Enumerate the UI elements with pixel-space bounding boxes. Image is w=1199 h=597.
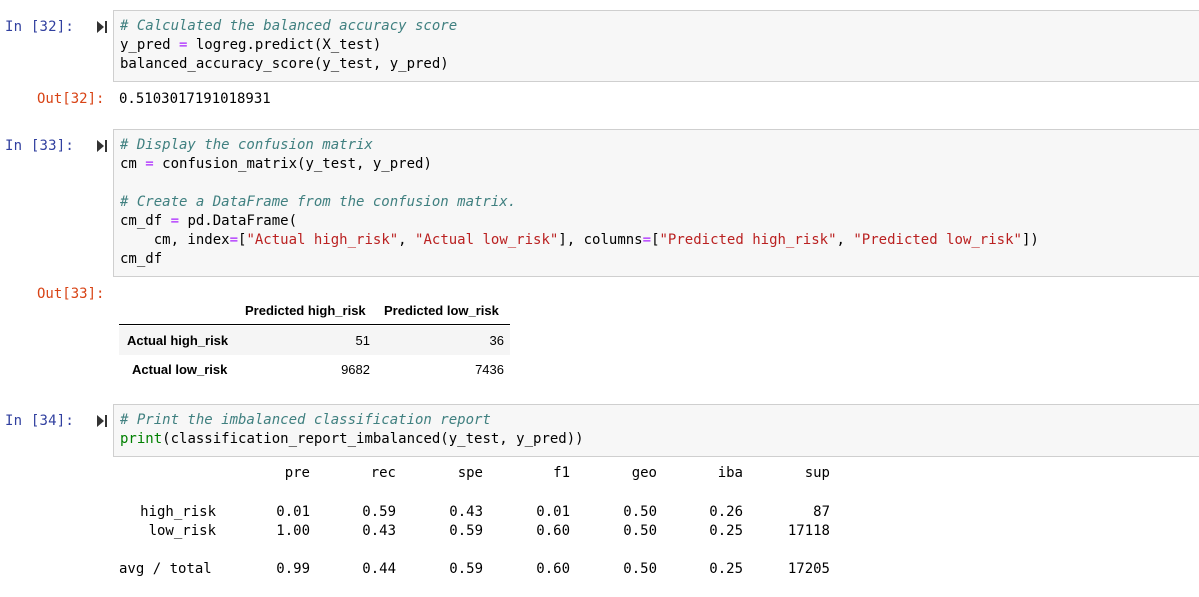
report-header: rec: [370, 465, 396, 481]
prompt-in-32: In [32]:: [5, 19, 75, 35]
column-header: Predicted low_risk: [384, 303, 499, 318]
output-text-32: 0.5103017191018931: [119, 91, 271, 107]
code-text: ], columns: [558, 232, 643, 248]
code-line: cm_df: [120, 251, 163, 267]
code-string: "Predicted low_risk": [853, 232, 1022, 248]
code-text: cm_df: [120, 213, 171, 229]
report-cell: 0.60: [536, 523, 570, 539]
code-line: cm, index=["Actual high_risk", "Actual l…: [120, 232, 1039, 248]
code-text: y_pred: [120, 37, 180, 53]
report-cell: 0.01: [536, 504, 570, 520]
report-cell: 1.00: [276, 523, 310, 539]
code-string: "Actual high_risk": [246, 232, 399, 248]
report-cell: 0.43: [449, 504, 483, 520]
report-cell: 87: [813, 504, 830, 520]
report-cell: 0.50: [623, 561, 657, 577]
code-text: ,: [836, 232, 854, 248]
report-row-label: low_risk: [148, 523, 216, 539]
report-cell: 0.44: [362, 561, 396, 577]
prompt-in-33: In [33]:: [5, 138, 75, 154]
prompt-in-34: In [34]:: [5, 413, 75, 429]
column-header: Predicted high_risk: [245, 303, 366, 318]
code-operator: =: [170, 213, 180, 229]
code-line: # Calculated the balanced accuracy score: [120, 18, 457, 34]
report-header: sup: [804, 465, 830, 481]
report-cell: 0.25: [709, 523, 743, 539]
code-line: # Display the confusion matrix: [120, 137, 373, 153]
code-string: "Predicted high_risk": [659, 232, 837, 248]
code-operator: =: [642, 232, 652, 248]
report-cell: 0.43: [362, 523, 396, 539]
report-cell: 0.50: [623, 523, 657, 539]
report-cell: 0.50: [623, 504, 657, 520]
report-cell: 0.26: [709, 504, 743, 520]
report-cell: 0.59: [362, 504, 396, 520]
code-comment: # Print the imbalanced classification re…: [120, 412, 491, 428]
report-cell: 0.25: [709, 561, 743, 577]
code-input-34[interactable]: # Print the imbalanced classification re…: [113, 404, 1199, 457]
code-input-33[interactable]: # Display the confusion matrix cm = conf…: [113, 129, 1199, 277]
code-input-32[interactable]: # Calculated the balanced accuracy score…: [113, 10, 1199, 82]
code-text: cm, index: [120, 232, 230, 248]
code-line: balanced_accuracy_score(y_test, y_pred): [120, 56, 449, 72]
report-header: spe: [457, 465, 483, 481]
code-text: confusion_matrix(y_test, y_pred): [153, 156, 432, 172]
code-comment: # Display the confusion matrix: [120, 137, 373, 153]
code-comment: # Calculated the balanced accuracy score: [120, 18, 458, 34]
table-row: Actual low_risk 9682 7436: [119, 355, 510, 384]
row-index: Actual low_risk: [132, 362, 228, 377]
table-cell: 7436: [475, 362, 504, 377]
prompt-out-32: Out[32]:: [37, 91, 105, 107]
code-line: cm_df = pd.DataFrame(: [120, 213, 297, 229]
table-cell: 36: [489, 333, 504, 348]
report-cell: 0.99: [276, 561, 310, 577]
code-text: [: [651, 232, 660, 248]
code-line: y_pred = logreg.predict(X_test): [120, 37, 381, 53]
dataframe-header: Predicted high_risk Predicted low_risk: [119, 298, 510, 325]
report-cell: 0.60: [536, 561, 570, 577]
code-builtin: print: [120, 431, 163, 447]
code-text: ,: [398, 232, 416, 248]
code-comment: # Create a DataFrame from the confusion …: [120, 194, 517, 210]
code-operator: =: [145, 156, 154, 172]
report-cell: 17205: [787, 561, 830, 577]
report-row-label: avg / total: [119, 561, 212, 577]
prompt-out-33: Out[33]:: [37, 286, 105, 302]
run-cell-icon[interactable]: [96, 139, 108, 153]
code-operator: =: [229, 232, 239, 248]
report-row-label: high_risk: [140, 504, 216, 520]
report-cell: 0.59: [449, 561, 483, 577]
table-row: Actual high_risk 51 36: [119, 326, 510, 355]
report-cell: 0.59: [449, 523, 483, 539]
code-text: cm: [120, 156, 146, 172]
report-header: geo: [631, 465, 657, 481]
report-header: f1: [553, 465, 570, 481]
report-header: iba: [717, 465, 743, 481]
run-cell-icon[interactable]: [96, 414, 108, 428]
code-line: # Print the imbalanced classification re…: [120, 412, 491, 428]
code-text: logreg.predict(X_test): [187, 37, 382, 53]
code-text: ]): [1021, 232, 1039, 248]
code-line: cm = confusion_matrix(y_test, y_pred): [120, 156, 432, 172]
table-cell: 51: [355, 333, 370, 348]
code-line: print(classification_report_imbalanced(y…: [120, 431, 584, 447]
code-text: pd.DataFrame(: [179, 213, 298, 229]
row-index: Actual high_risk: [127, 333, 229, 348]
report-cell: 0.01: [276, 504, 310, 520]
report-header: pre: [284, 465, 310, 481]
code-string: "Actual low_risk": [415, 232, 559, 248]
report-cell: 17118: [787, 523, 830, 539]
table-cell: 9682: [341, 362, 370, 377]
code-text: (classification_report_imbalanced(y_test…: [162, 431, 584, 447]
run-cell-icon[interactable]: [96, 20, 108, 34]
code-line: # Create a DataFrame from the confusion …: [120, 194, 516, 210]
